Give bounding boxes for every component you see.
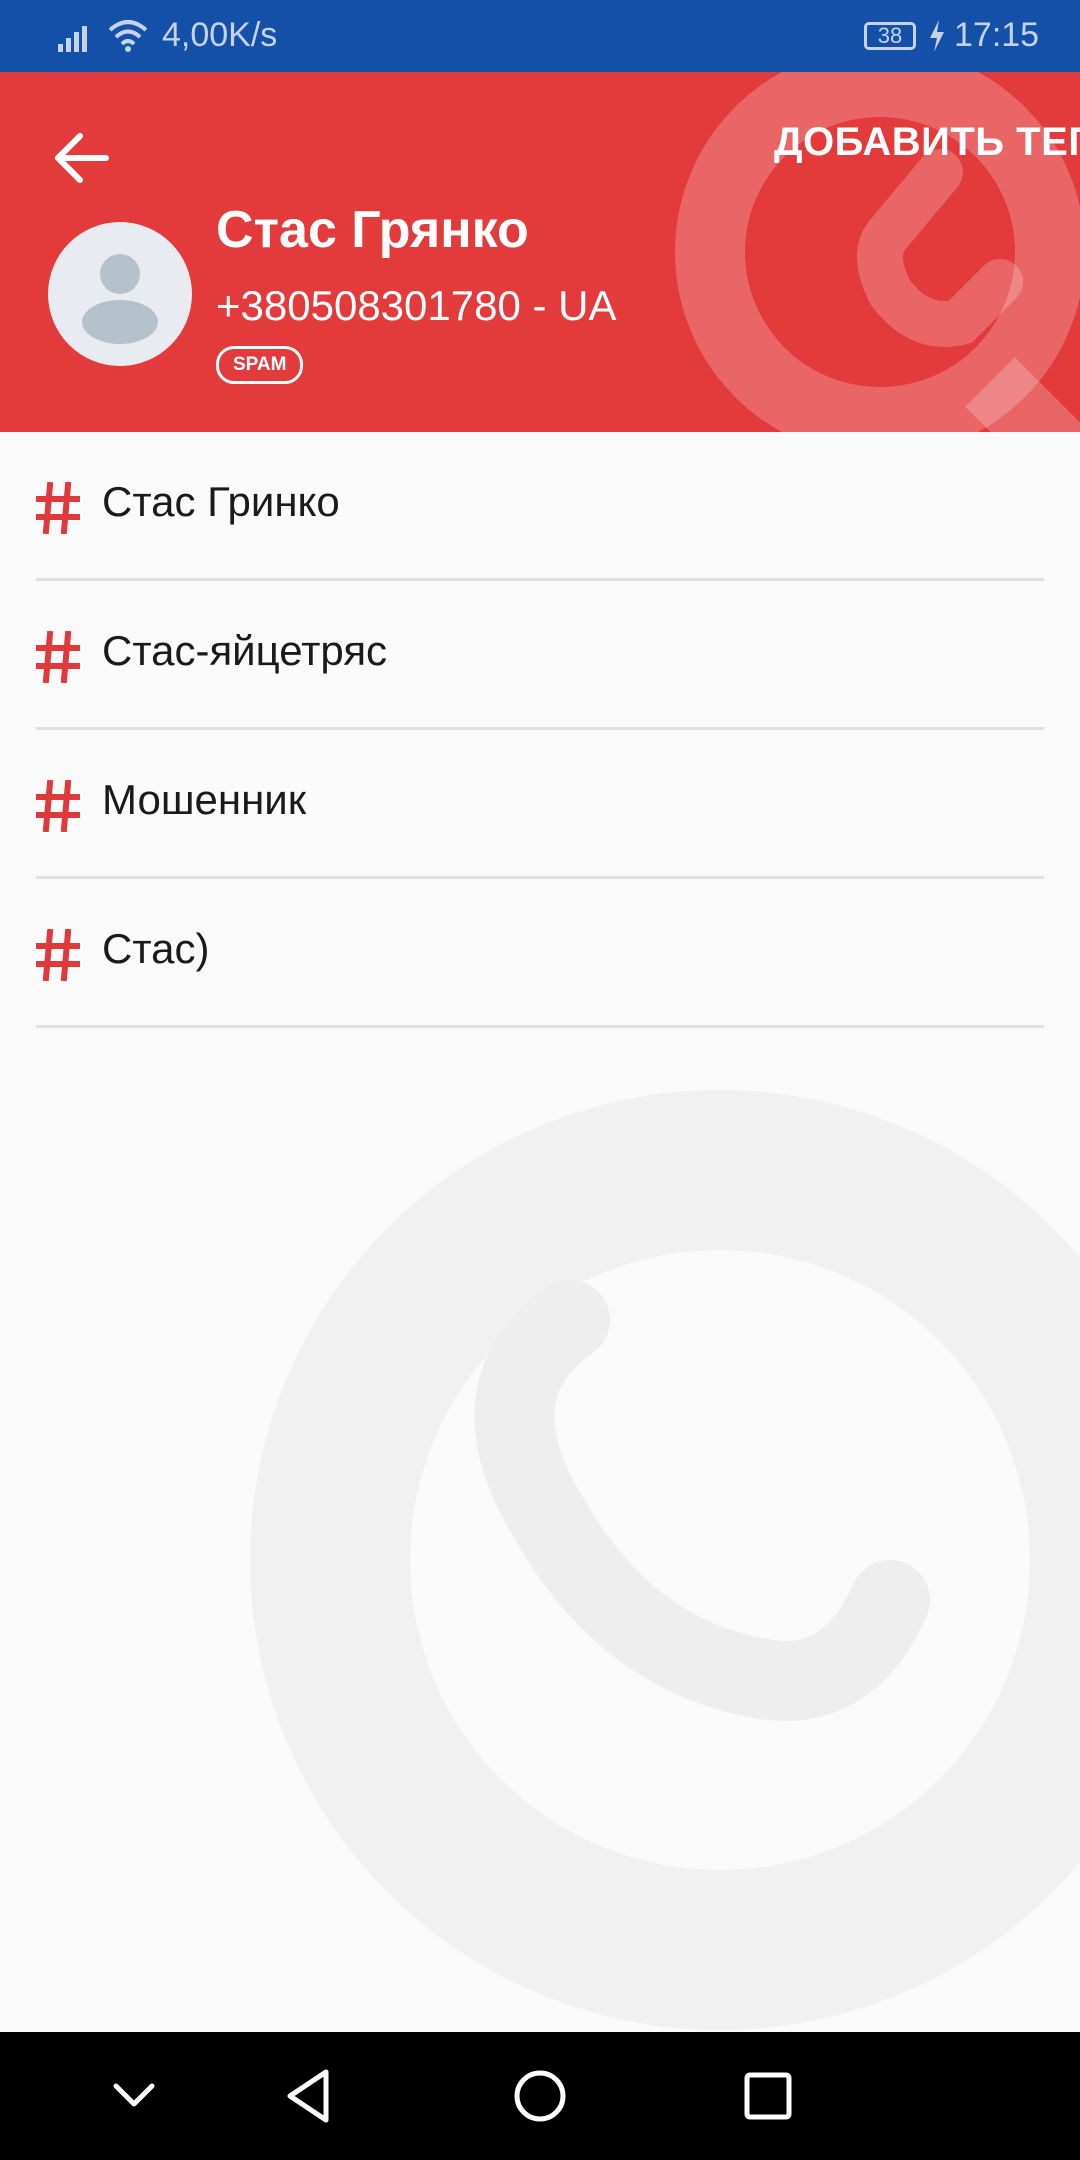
phone-logo-background-icon bbox=[250, 1090, 1080, 2030]
spam-badge: SPAM bbox=[216, 346, 304, 384]
tag-label: Стас-яйцетряс bbox=[102, 627, 388, 674]
system-nav-bar bbox=[0, 2032, 1080, 2160]
contact-header: ДОБАВИТЬ ТЕГ Стас Грянко +380508301780 -… bbox=[0, 72, 1080, 432]
status-bar: 4,00K/s 38 17:15 bbox=[0, 0, 1080, 72]
tag-item[interactable]: Стас) bbox=[36, 879, 1044, 1028]
add-tag-button[interactable]: ДОБАВИТЬ ТЕГ bbox=[774, 120, 1080, 165]
tag-list: Стас Гринко Стас-яйцетряс Мошенник Стас) bbox=[0, 432, 1080, 1028]
tag-label: Стас Гринко bbox=[102, 478, 340, 525]
contact-phone: +380508301780 - UA bbox=[216, 282, 617, 329]
user-silhouette-icon bbox=[82, 254, 158, 344]
charging-icon bbox=[930, 20, 944, 52]
tag-label: Стас) bbox=[102, 925, 210, 972]
collapse-icon[interactable] bbox=[108, 2066, 160, 2126]
tag-item[interactable]: Стас Гринко bbox=[36, 432, 1044, 581]
hashtag-icon bbox=[36, 631, 80, 683]
battery-indicator: 38 bbox=[864, 22, 916, 50]
back-icon[interactable] bbox=[282, 2066, 334, 2126]
avatar bbox=[48, 222, 192, 366]
contact-name: Стас Грянко bbox=[216, 201, 529, 259]
tag-item[interactable]: Стас-яйцетряс bbox=[36, 581, 1044, 730]
recents-icon[interactable] bbox=[742, 2066, 794, 2126]
hashtag-icon bbox=[36, 780, 80, 832]
network-speed: 4,00K/s bbox=[162, 16, 278, 54]
clock: 17:15 bbox=[954, 16, 1040, 54]
tag-label: Мошенник bbox=[102, 776, 307, 823]
signal-icon bbox=[58, 26, 87, 52]
hashtag-icon bbox=[36, 929, 80, 981]
tag-item[interactable]: Мошенник bbox=[36, 730, 1044, 879]
wifi-icon bbox=[108, 20, 148, 52]
back-arrow-button[interactable] bbox=[52, 128, 112, 188]
hashtag-icon bbox=[36, 482, 80, 534]
home-icon[interactable] bbox=[510, 2066, 570, 2126]
